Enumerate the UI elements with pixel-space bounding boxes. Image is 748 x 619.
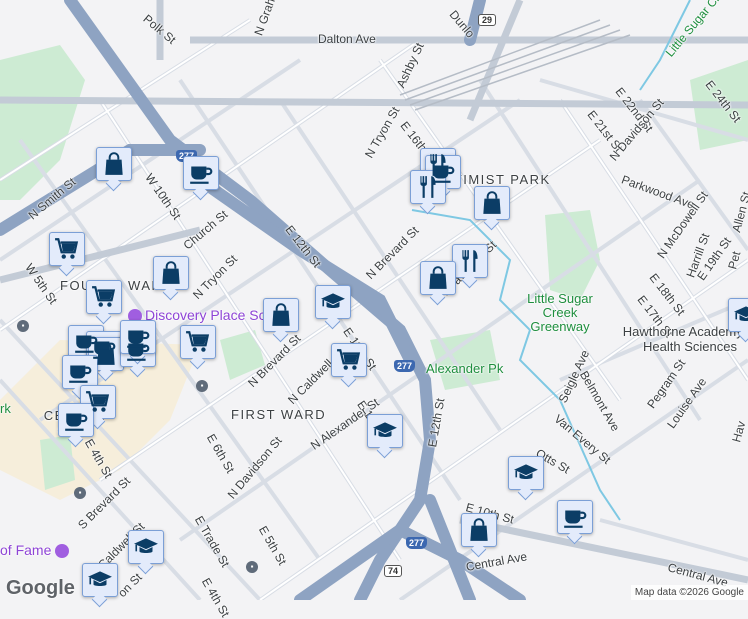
shopping-bag-icon (466, 517, 492, 543)
us-74-shield: 74 (384, 565, 402, 577)
shopping-cart-icon (91, 284, 117, 310)
shopping-bag-icon (479, 190, 505, 216)
interstate-277-shield: 277 (394, 360, 415, 372)
shopping-cart-icon (54, 236, 80, 262)
coffee-cup-icon (562, 504, 588, 530)
transit-station-icon[interactable]: ▪ (17, 320, 29, 332)
map-marker-cup[interactable] (183, 156, 219, 190)
poi-name: Discovery Place Sc (145, 307, 266, 323)
graduation-cap-icon (87, 567, 113, 593)
map-marker-cup[interactable] (58, 403, 94, 437)
map-marker-bag[interactable] (263, 298, 299, 332)
map-marker-food[interactable] (410, 170, 446, 204)
transit-station-icon[interactable]: ▪ (196, 380, 208, 392)
transit-station-icon[interactable]: ▪ (74, 487, 86, 499)
map-marker-cart[interactable] (331, 343, 367, 377)
map-marker-bag[interactable] (153, 256, 189, 290)
map-marker-grad[interactable] (367, 414, 403, 448)
park-area (0, 45, 85, 200)
neighborhood-label: FIRST WARD (231, 407, 326, 422)
graduation-cap-icon (320, 289, 346, 315)
shopping-bag-icon (425, 265, 451, 291)
map-marker-cart[interactable] (180, 325, 216, 359)
park-label[interactable]: rk (0, 402, 11, 416)
map-marker-bag[interactable] (474, 186, 510, 220)
coffee-cup-icon (125, 324, 151, 350)
map-marker-cart[interactable] (49, 232, 85, 266)
graduation-cap-icon (372, 418, 398, 444)
shopping-bag-icon (268, 302, 294, 328)
map-marker-cup[interactable] (62, 355, 98, 389)
map-marker-food[interactable] (452, 244, 488, 278)
transit-station-icon[interactable]: ▪ (246, 561, 258, 573)
poi-name: of Fame (0, 542, 51, 558)
map-marker-grad[interactable] (315, 285, 351, 319)
shopping-cart-icon (185, 329, 211, 355)
museum-icon (55, 544, 69, 558)
map-marker-grad[interactable] (508, 456, 544, 490)
map-marker-bag[interactable] (96, 147, 132, 181)
coffee-cup-icon (188, 160, 214, 186)
map-marker-grad[interactable] (128, 530, 164, 564)
shopping-bag-icon (93, 341, 119, 367)
park-label[interactable]: Little Sugar Creek Greenway (520, 292, 600, 334)
restaurant-icon (457, 248, 483, 274)
map-marker-cup[interactable] (557, 500, 593, 534)
coffee-cup-icon (63, 407, 89, 433)
map-attribution[interactable]: Map data ©2026 Google (631, 585, 748, 600)
map-marker-grad[interactable] (82, 563, 118, 597)
shopping-bag-icon (101, 151, 127, 177)
map-marker-bag[interactable] (461, 513, 497, 547)
park-label[interactable]: Alexander Pk (426, 362, 503, 376)
interstate-277-shield: 277 (406, 537, 427, 549)
map-marker-cart[interactable] (86, 280, 122, 314)
us-29-shield: 29 (478, 14, 496, 26)
graduation-cap-icon (733, 302, 748, 328)
shopping-bag-icon (158, 260, 184, 286)
map-marker-bag[interactable] (88, 337, 124, 371)
google-logo: Google (6, 577, 75, 600)
graduation-cap-icon (133, 534, 159, 560)
shopping-cart-icon (336, 347, 362, 373)
street-label: Dalton Ave (318, 32, 376, 46)
map-marker-bag[interactable] (420, 261, 456, 295)
map-marker-cup[interactable] (120, 320, 156, 354)
map-marker-grad[interactable] (728, 298, 748, 332)
restaurant-icon (415, 174, 441, 200)
poi-hall-of-fame[interactable]: of Fame (0, 542, 69, 558)
coffee-cup-icon (67, 359, 93, 385)
graduation-cap-icon (513, 460, 539, 486)
